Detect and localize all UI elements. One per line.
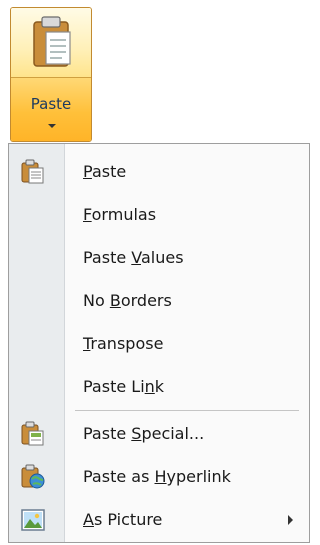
paste-options-menu: Paste Formulas Paste Values No Borders T… — [8, 143, 310, 543]
menu-item-as-picture[interactable]: As Picture — [9, 500, 309, 540]
paste-hyperlink-icon — [21, 464, 45, 489]
menu-item-paste-special[interactable]: Paste Special... — [9, 414, 309, 454]
menu-item-paste-as-hyperlink[interactable]: Paste as Hyperlink — [9, 457, 309, 497]
paste-button-main[interactable] — [11, 8, 91, 78]
menu-item-label: As Picture — [83, 510, 163, 529]
picture-icon — [21, 509, 45, 531]
menu-item-label: Paste Values — [83, 248, 184, 267]
chevron-right-icon — [288, 515, 293, 525]
menu-item-no-borders[interactable]: No Borders — [9, 281, 309, 321]
clipboard-paste-icon — [33, 16, 71, 67]
menu-item-label: Paste — [83, 162, 127, 181]
menu-item-label: Paste Link — [83, 377, 165, 396]
menu-item-formulas[interactable]: Formulas — [9, 195, 309, 235]
paste-special-icon — [21, 421, 44, 446]
paste-button-label: Paste — [30, 95, 72, 113]
menu-item-label: No Borders — [83, 291, 172, 310]
chevron-down-icon — [48, 124, 56, 128]
menu-item-paste-link[interactable]: Paste Link — [9, 367, 309, 407]
menu-item-label: Formulas — [83, 205, 157, 224]
menu-item-paste-values[interactable]: Paste Values — [9, 238, 309, 278]
menu-item-paste[interactable]: Paste — [9, 152, 309, 192]
paste-split-button[interactable]: Paste — [10, 7, 92, 142]
menu-item-label: Paste as Hyperlink — [83, 467, 231, 486]
menu-item-label: Transpose — [83, 334, 164, 353]
menu-item-label: Paste Special... — [83, 424, 205, 443]
paste-icon — [21, 159, 44, 184]
menu-separator — [75, 410, 299, 411]
menu-item-transpose[interactable]: Transpose — [9, 324, 309, 364]
